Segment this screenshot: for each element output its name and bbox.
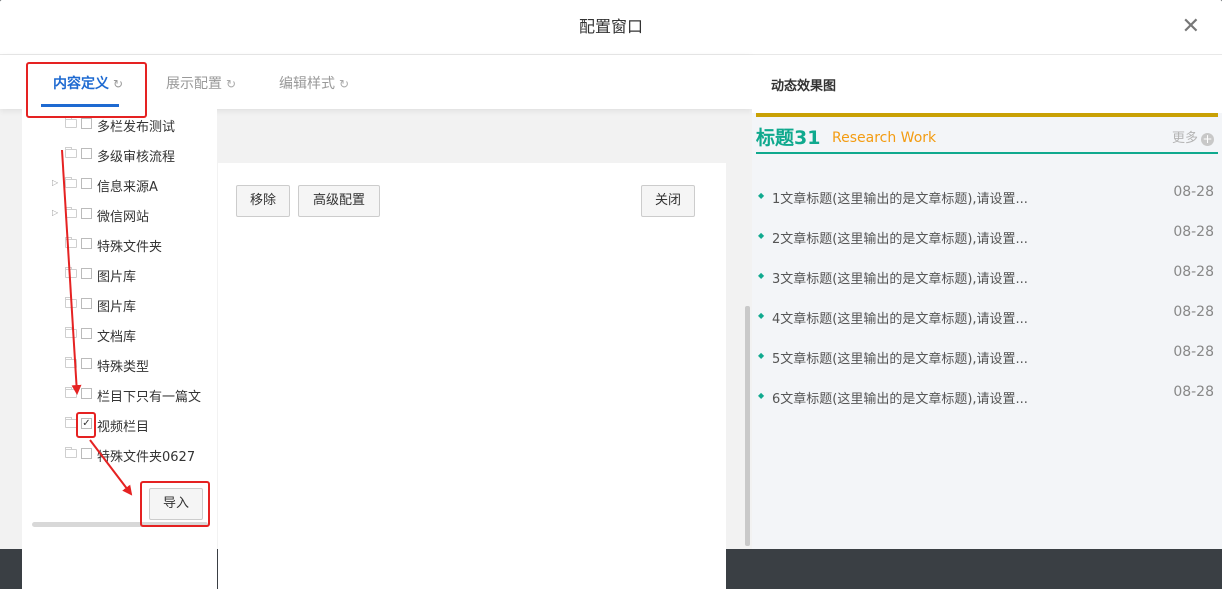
annotation-arrow (61, 149, 82, 395)
annotation-arrow (89, 439, 133, 496)
config-dialog: 配置窗口 ✕ 内容定义 ↻ 展示配置 ↻ 编辑样式 ↻ 多栏发布测试 多级审核流程 ▷ 信息… (0, 0, 1222, 589)
annotation-arrows (61, 149, 133, 496)
